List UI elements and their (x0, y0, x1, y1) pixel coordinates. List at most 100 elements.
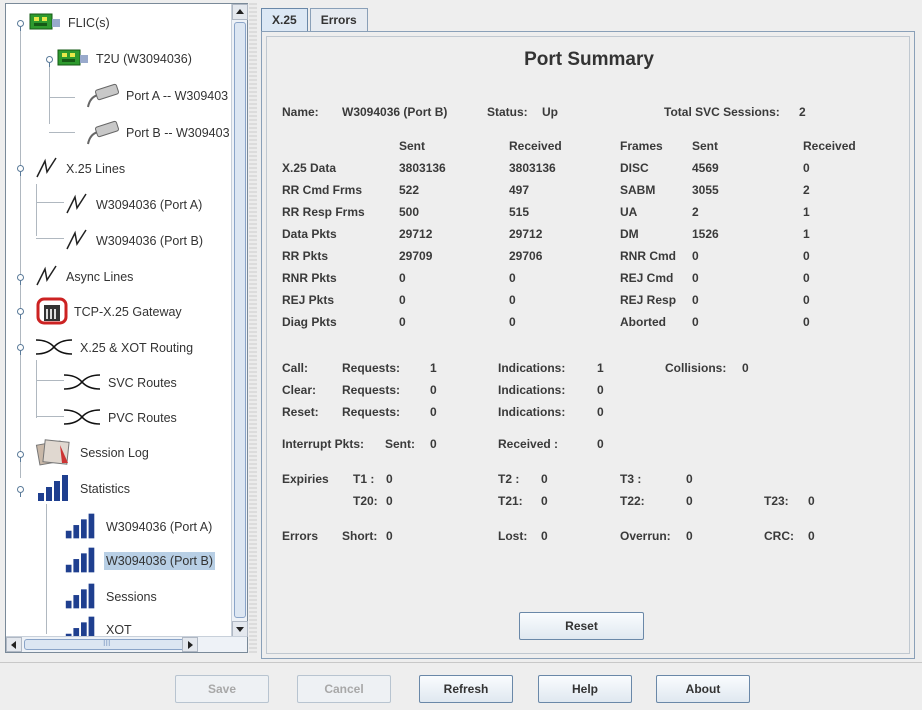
t21-value: 0 (541, 494, 548, 508)
total-svc-sessions-value: 2 (799, 105, 806, 119)
tree-item-x25-port-b[interactable]: W3094036 (Port B) (64, 224, 205, 258)
t22-label: T22: (620, 494, 645, 508)
about-button[interactable]: About (656, 675, 750, 703)
crc-label: CRC: (764, 529, 794, 543)
frame-sent: 1526 (692, 227, 719, 241)
tree-item-t2u[interactable]: T2U (W3094036) (56, 42, 194, 76)
tree-item-xot[interactable]: XOT (62, 613, 134, 637)
row-received: 0 (509, 293, 516, 307)
panel-splitter[interactable] (249, 3, 257, 653)
frame-label: UA (620, 205, 638, 219)
expand-handle-icon[interactable] (17, 165, 24, 176)
row-sent: 500 (399, 205, 420, 219)
clear-indications-value: 0 (597, 383, 604, 397)
reset-indications-value: 0 (597, 405, 604, 419)
expand-handle-icon[interactable] (17, 274, 24, 285)
column-header-received: Received (509, 139, 562, 153)
reset-indications-label: Indications: (498, 405, 566, 419)
routing-cross-icon (62, 406, 102, 431)
scroll-up-button[interactable] (232, 4, 248, 20)
tab-x25[interactable]: X.25 (261, 8, 308, 32)
tree-item-stats-port-b[interactable]: W3094036 (Port B) (62, 544, 215, 578)
frame-label: DISC (620, 161, 649, 175)
tree-item-pvc-routes[interactable]: PVC Routes (62, 401, 179, 435)
t23-value: 0 (808, 494, 815, 508)
frame-sent: 4569 (692, 161, 719, 175)
tree-item-label: W3094036 (Port A) (96, 198, 203, 212)
tree-item-routing[interactable]: X.25 & XOT Routing (34, 331, 195, 365)
tree-item-x25-port-a[interactable]: W3094036 (Port A) (64, 188, 204, 222)
cancel-button[interactable]: Cancel (297, 675, 391, 703)
expand-handle-icon[interactable] (17, 344, 24, 355)
scroll-left-button[interactable] (6, 637, 22, 652)
tree-item-tcp-gateway[interactable]: TCP-X.25 Gateway (36, 295, 184, 329)
frame-label: SABM (620, 183, 656, 197)
tree-item-label: X.25 Lines (66, 162, 126, 176)
tree-item-async-lines[interactable]: Async Lines (34, 260, 135, 294)
tree-item-flics[interactable]: FLIC(s) (28, 6, 112, 40)
tree-vertical-scrollbar[interactable] (231, 4, 248, 637)
refresh-button[interactable]: Refresh (419, 675, 513, 703)
interrupt-sent-value: 0 (430, 437, 437, 451)
tree-item-statistics[interactable]: Statistics (34, 472, 132, 506)
tree-item-sessions[interactable]: Sessions (62, 580, 159, 614)
line-signal-icon (64, 192, 90, 219)
row-label: REJ Pkts (282, 293, 335, 307)
row-sent: 522 (399, 183, 420, 197)
status-value: Up (542, 105, 558, 119)
scroll-thumb[interactable]: III (24, 638, 194, 650)
frame-sent: 0 (692, 315, 699, 329)
circuit-board-icon (28, 11, 62, 36)
session-log-icon (34, 437, 74, 470)
tree-item-stats-port-a[interactable]: W3094036 (Port A) (62, 510, 214, 544)
t2-label: T2 : (498, 472, 520, 486)
errors-label: Errors (282, 529, 319, 543)
tree-connector (36, 202, 64, 203)
clear-requests-label: Requests: (342, 383, 401, 397)
interrupt-received-value: 0 (597, 437, 604, 451)
expand-handle-icon[interactable] (17, 486, 24, 497)
tree-horizontal-scrollbar[interactable]: III (6, 636, 247, 652)
tree-item-session-log[interactable]: Session Log (34, 436, 151, 470)
expand-handle-icon[interactable] (17, 451, 24, 462)
help-button[interactable]: Help (538, 675, 632, 703)
tree-connector (36, 238, 64, 239)
frame-received: 0 (803, 271, 810, 285)
scroll-thumb[interactable] (234, 22, 246, 618)
bar-chart-icon (62, 545, 100, 578)
scroll-down-button[interactable] (232, 621, 248, 637)
frame-label: REJ Cmd (620, 271, 674, 285)
call-label: Call: (282, 361, 309, 375)
column-header-frames: Frames (620, 139, 663, 153)
tree-item-port-a[interactable]: Port A -- W309403 (84, 79, 230, 113)
tree-item-label: Session Log (80, 446, 149, 460)
reset-requests-label: Requests: (342, 405, 401, 419)
crc-value: 0 (808, 529, 815, 543)
tree-item-label: TCP-X.25 Gateway (74, 305, 182, 319)
tree-item-port-b[interactable]: Port B -- W309403 (84, 116, 231, 150)
tree-item-label: W3094036 (Port A) (106, 520, 213, 534)
tab-errors[interactable]: Errors (309, 8, 368, 32)
row-label: RNR Pkts (282, 271, 337, 285)
frame-received: 1 (803, 227, 810, 241)
t1-label: T1 : (353, 472, 375, 486)
reset-button[interactable]: Reset (519, 612, 644, 640)
save-button[interactable]: Save (175, 675, 269, 703)
t1-value: 0 (386, 472, 393, 486)
interrupt-label: Interrupt Pkts: (282, 437, 365, 451)
expand-handle-icon[interactable] (17, 308, 24, 319)
overrun-label: Overrun: (620, 529, 671, 543)
tree-item-x25-lines[interactable]: X.25 Lines (34, 152, 127, 186)
row-label: RR Resp Frms (282, 205, 365, 219)
expand-handle-icon[interactable] (17, 20, 24, 31)
expand-handle-icon[interactable] (46, 56, 53, 67)
tree-item-svc-routes[interactable]: SVC Routes (62, 366, 179, 400)
scroll-right-button[interactable] (182, 637, 198, 652)
row-received: 29706 (509, 249, 543, 263)
total-svc-sessions-label: Total SVC Sessions: (664, 105, 780, 119)
frame-sent: 3055 (692, 183, 719, 197)
status-label: Status: (487, 105, 528, 119)
tree-item-label: Port B -- W309403 (126, 126, 230, 140)
row-received: 3803136 (509, 161, 556, 175)
row-received: 0 (509, 315, 516, 329)
